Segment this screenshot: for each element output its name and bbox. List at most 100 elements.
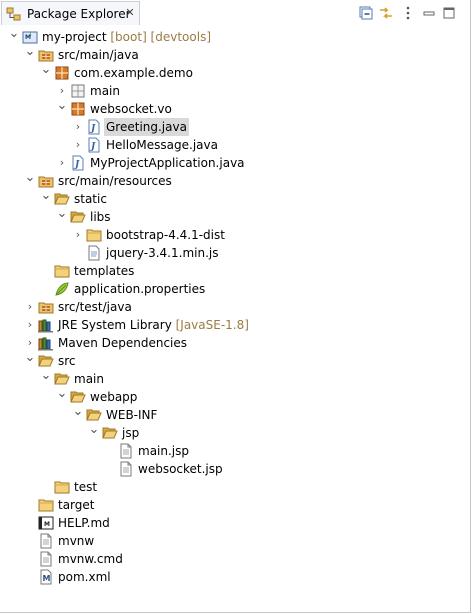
source-folder-icon [38, 299, 54, 315]
tree-item[interactable]: › J HelloMessage.java [0, 136, 470, 154]
tree-item-label: main [90, 84, 120, 98]
tree-item[interactable]: ⌄ M J my-project [boot] [devtools] [0, 27, 470, 46]
svg-text:J: J [89, 124, 96, 134]
tree-item[interactable]: mvnw [0, 532, 470, 550]
tree-item[interactable]: test [0, 478, 470, 496]
tree-item-label: libs [90, 210, 111, 224]
collapse-all-icon[interactable] [358, 5, 374, 21]
markdown-file-icon: M [38, 515, 54, 531]
js-file-icon [86, 245, 102, 261]
tree-item-label: jquery-3.4.1.min.js [106, 246, 219, 260]
folder-icon [86, 227, 102, 243]
maven-pom-icon: M [38, 569, 54, 585]
tree-item[interactable]: ⌄ jsp [0, 423, 470, 442]
chevron-right-icon[interactable]: › [70, 226, 86, 244]
chevron-down-icon[interactable]: ⌄ [38, 63, 54, 82]
tree-item[interactable]: › main [0, 82, 470, 100]
chevron-down-icon[interactable]: ⌄ [22, 45, 38, 64]
svg-text:J: J [73, 160, 80, 170]
tree-item[interactable]: ⌄ websocket.vo [0, 99, 470, 118]
chevron-down-icon[interactable]: ⌄ [54, 207, 70, 226]
maximize-icon[interactable] [441, 5, 457, 21]
chevron-down-icon[interactable]: ⌄ [38, 189, 54, 208]
tree-item[interactable]: M HELP.md [0, 514, 470, 532]
tree-item[interactable]: target [0, 496, 470, 514]
tree-item[interactable]: mvnw.cmd [0, 550, 470, 568]
svg-text:M: M [43, 574, 51, 583]
properties-file-icon [54, 281, 70, 297]
chevron-down-icon[interactable]: ⌄ [54, 387, 70, 406]
package-explorer-view: Package Explorer ✕ ⌄ M J my-project [boo… [0, 0, 471, 613]
folder-open-icon [86, 407, 102, 423]
view-tab-bar: Package Explorer ✕ [0, 0, 470, 26]
folder-open-icon [70, 209, 86, 225]
tree-item-label: target [58, 498, 95, 512]
tree-item-label: websocket.jsp [138, 462, 223, 476]
tree-item[interactable]: application.properties [0, 280, 470, 298]
tree-item-label: src/main/java [58, 48, 139, 62]
project-icon: MJ [22, 29, 38, 45]
text-file-icon [118, 443, 134, 459]
view-menu-icon[interactable] [400, 5, 416, 21]
link-with-editor-icon[interactable] [378, 5, 394, 21]
tree-item[interactable]: › bootstrap-4.4.1-dist [0, 226, 470, 244]
folder-open-icon [54, 371, 70, 387]
tree-item[interactable]: jquery-3.4.1.min.js [0, 244, 470, 262]
tree-item[interactable]: ⌄ WEB-INF [0, 405, 470, 424]
chevron-right-icon[interactable]: › [54, 154, 70, 172]
folder-open-icon [102, 425, 118, 441]
tree-item-label: test [74, 480, 98, 494]
tree-item[interactable]: › JRE System Library [JavaSE-1.8] [0, 316, 470, 334]
text-file-icon [38, 533, 54, 549]
tree-item[interactable]: websocket.jsp [0, 460, 470, 478]
tree-item-decoration: [JavaSE-1.8] [171, 318, 249, 332]
tree-item[interactable]: ⌄ main [0, 369, 470, 388]
chevron-right-icon[interactable]: › [22, 298, 38, 316]
library-icon [38, 317, 54, 333]
tree-item[interactable]: › src/test/java [0, 298, 470, 316]
tree-item[interactable]: ⌄ com.example.demo [0, 63, 470, 82]
tree-item[interactable]: › Maven Dependencies [0, 334, 470, 352]
chevron-down-icon[interactable]: ⌄ [22, 351, 38, 370]
tree-item-label: templates [74, 264, 135, 278]
tree-item[interactable]: ⌄ libs [0, 207, 470, 226]
chevron-right-icon[interactable]: › [70, 136, 86, 154]
close-icon[interactable]: ✕ [124, 7, 136, 19]
tree-item[interactable]: ⌄ src/main/java [0, 45, 470, 64]
tree-item[interactable]: ⌄ src/main/resources [0, 171, 470, 190]
folder-open-icon [70, 389, 86, 405]
tree-item-label: com.example.demo [74, 66, 193, 80]
chevron-right-icon[interactable]: › [22, 316, 38, 334]
minimize-icon[interactable] [421, 5, 437, 21]
view-title: Package Explorer [27, 6, 131, 21]
chevron-down-icon[interactable]: ⌄ [54, 99, 70, 118]
chevron-down-icon[interactable]: ⌄ [22, 171, 38, 190]
tree-item-decoration: [boot] [devtools] [106, 30, 211, 44]
svg-text:J: J [29, 32, 31, 38]
package-explorer-icon [6, 6, 22, 22]
tree-item-label: WEB-INF [106, 408, 158, 422]
chevron-down-icon[interactable]: ⌄ [6, 27, 22, 46]
tree-item-label: MyProjectApplication.java [90, 156, 245, 170]
folder-icon [38, 497, 54, 513]
tree-item[interactable]: ⌄ static [0, 189, 470, 208]
svg-text:J: J [89, 142, 96, 152]
tree-item-label: Maven Dependencies [58, 336, 188, 350]
chevron-down-icon[interactable]: ⌄ [70, 405, 86, 424]
tree-item[interactable]: › J Greeting.java [0, 118, 470, 136]
chevron-right-icon[interactable]: › [70, 118, 86, 136]
tree-item[interactable]: ⌄ src [0, 351, 470, 370]
folder-icon [54, 263, 70, 279]
chevron-down-icon[interactable]: ⌄ [86, 423, 102, 442]
tree-item[interactable]: ⌄ webapp [0, 387, 470, 406]
chevron-down-icon[interactable]: ⌄ [38, 369, 54, 388]
tree-item[interactable]: Mpom.xml [0, 568, 470, 586]
java-file-icon: J [70, 155, 86, 171]
tree-item-label: main.jsp [138, 444, 189, 458]
package-explorer-tab[interactable]: Package Explorer ✕ [1, 1, 140, 25]
tree-item[interactable]: main.jsp [0, 442, 470, 460]
tree-item-label: pom.xml [58, 570, 111, 584]
tree-item[interactable]: › J MyProjectApplication.java [0, 154, 470, 172]
tree-item[interactable]: templates [0, 262, 470, 280]
tree-item-label: static [74, 192, 107, 206]
